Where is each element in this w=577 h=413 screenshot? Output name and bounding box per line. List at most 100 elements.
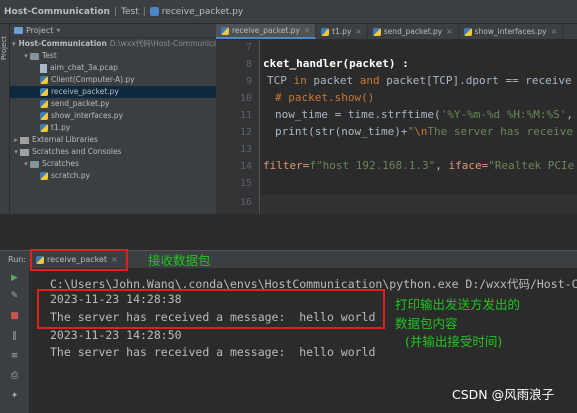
tree-item-label: Client(Computer-A).py xyxy=(51,75,135,84)
scroll-icon[interactable]: ≡ xyxy=(9,352,20,361)
root-folder-path: D:\wxx代码\Host-Communica xyxy=(109,39,216,48)
code-line: now_time = time.strftime('%Y-%m-%d %H:%M… xyxy=(275,108,574,121)
tree-item-label: Test xyxy=(42,51,57,60)
project-tool-tab[interactable]: Project xyxy=(0,28,10,68)
current-line-highlight xyxy=(261,195,577,214)
python-file-icon xyxy=(40,100,48,108)
python-file-icon xyxy=(372,27,381,36)
code-line: cket_handler(packet) : xyxy=(263,57,409,70)
chevron-down-icon[interactable]: ▾ xyxy=(12,146,20,158)
python-file-icon xyxy=(40,112,48,120)
tree-item-label: aim_chat_3a.pcap xyxy=(50,63,118,72)
python-file-icon xyxy=(221,26,229,35)
python-file-icon xyxy=(40,172,48,180)
project-header-label[interactable]: Project xyxy=(26,26,53,35)
tab-show-interfaces[interactable]: show_interfaces.py × xyxy=(459,24,563,39)
close-icon[interactable]: × xyxy=(446,27,452,36)
line-number: 14 xyxy=(239,161,252,172)
line-number: 7 xyxy=(245,42,252,53)
console-line: The server has received a message: hello… xyxy=(50,345,376,359)
tab-receive-packet[interactable]: receive_packet.py × xyxy=(216,24,317,39)
tree-item-file[interactable]: Client(Computer-A).py xyxy=(10,74,216,86)
folder-icon xyxy=(14,27,23,34)
tree-item-label: send_packet.py xyxy=(51,99,110,108)
code-line: print(str(now_time)+"\nThe server has re… xyxy=(275,125,574,138)
run-label: Run: xyxy=(8,255,27,264)
line-number: 13 xyxy=(239,144,252,155)
stop-icon[interactable]: ■ xyxy=(9,312,20,321)
watermark: CSDN @风雨浪子 xyxy=(452,387,555,402)
code-editor[interactable]: cket_handler(packet) : TCP in packet and… xyxy=(261,40,577,214)
python-file-icon xyxy=(149,7,159,16)
chevron-down-icon[interactable]: ▾ xyxy=(12,38,16,50)
project-tree: ▾ Host-Communication D:\wxx代码\Host-Commu… xyxy=(10,38,216,182)
tree-item-file-selected[interactable]: receive_packet.py xyxy=(10,86,216,98)
tree-item-label: scratch.py xyxy=(51,171,91,180)
chevron-right-icon[interactable]: ▸ xyxy=(12,134,20,146)
scratches-icon xyxy=(20,148,29,156)
tree-item-label: Scratches xyxy=(42,159,79,168)
tree-item-file[interactable]: aim_chat_3a.pcap xyxy=(10,62,216,74)
tree-item-file[interactable]: t1.py xyxy=(10,122,216,134)
run-toolbar: ▶ ✎ ■ ‖ ≡ ⎙ ✦ xyxy=(0,268,30,413)
rerun-icon[interactable]: ▶ xyxy=(9,274,20,283)
editor-bottom-space xyxy=(0,214,577,248)
chevron-down-icon[interactable]: ▾ xyxy=(22,50,30,62)
tree-item-label: show_interfaces.py xyxy=(51,111,124,120)
line-number: 10 xyxy=(239,93,252,104)
tree-item-test[interactable]: ▾ Test xyxy=(10,50,216,62)
code-line: filter=f"host 192.168.1.3", iface="Realt… xyxy=(263,159,575,172)
tree-item-external-libraries[interactable]: ▸ External Libraries xyxy=(10,134,216,146)
breadcrumb-project[interactable]: Host-Communication xyxy=(4,7,110,17)
project-panel-header: Project ▾ xyxy=(10,24,216,38)
code-line: TCP in packet and packet[TCP].dport == r… xyxy=(267,74,572,87)
tree-item-file[interactable]: scratch.py xyxy=(10,170,216,182)
annotation-print-1: 打印输出发送方发出的 xyxy=(395,297,521,312)
tree-item-file[interactable]: show_interfaces.py xyxy=(10,110,216,122)
line-number-gutter: 7 8 9 10 11 12 13 14 15 16 xyxy=(216,40,260,214)
chevron-down-icon[interactable]: ▾ xyxy=(56,26,60,35)
editor-tab-bar: receive_packet.py × t1.py × send_packet.… xyxy=(216,24,577,40)
line-number: 11 xyxy=(239,110,252,121)
annotation-box-run-tab xyxy=(30,249,128,271)
tree-item-label: t1.py xyxy=(51,123,71,132)
tab-label: t1.py xyxy=(332,27,352,36)
tree-item-label: Scratches and Consoles xyxy=(32,147,122,156)
tree-item-label: receive_packet.py xyxy=(51,87,119,96)
python-file-icon xyxy=(40,76,48,84)
breadcrumb: Host-Communication | Test | receive_pack… xyxy=(0,0,577,24)
tree-item-file[interactable]: send_packet.py xyxy=(10,98,216,110)
line-number: 8 xyxy=(245,59,252,70)
root-folder-name: Host-Communication xyxy=(18,39,107,48)
line-number: 15 xyxy=(239,178,252,189)
tree-item-scratches-consoles[interactable]: ▾ Scratches and Consoles xyxy=(10,146,216,158)
print-icon[interactable]: ⎙ xyxy=(9,372,20,381)
python-file-icon xyxy=(321,27,330,36)
pause-icon[interactable]: ‖ xyxy=(9,332,20,341)
folder-icon xyxy=(30,160,39,168)
tree-item-root[interactable]: ▾ Host-Communication D:\wxx代码\Host-Commu… xyxy=(10,38,216,50)
annotation-box-output xyxy=(37,289,385,329)
breadcrumb-file[interactable]: receive_packet.py xyxy=(162,7,243,17)
annotation-print-3: (并输出接受时间) xyxy=(405,334,503,349)
breadcrumb-folder[interactable]: Test xyxy=(121,7,139,17)
breadcrumb-separator: | xyxy=(113,6,117,17)
tab-label: show_interfaces.py xyxy=(474,27,547,36)
close-icon[interactable]: × xyxy=(355,27,361,36)
annotation-print-2: 数据包内容 xyxy=(395,316,458,331)
wrench-icon[interactable]: ✎ xyxy=(9,292,20,301)
pin-icon[interactable]: ✦ xyxy=(9,392,20,401)
chevron-down-icon[interactable]: ▾ xyxy=(22,158,30,170)
close-icon[interactable]: × xyxy=(304,26,310,35)
tab-send-packet[interactable]: send_packet.py × xyxy=(368,24,459,39)
annotation-receive: 接收数据包 xyxy=(148,253,211,268)
folder-icon xyxy=(30,52,39,60)
close-icon[interactable]: × xyxy=(551,27,557,36)
library-icon xyxy=(20,136,29,144)
line-number: 12 xyxy=(239,127,252,138)
file-icon xyxy=(40,63,47,73)
tab-t1[interactable]: t1.py × xyxy=(316,24,368,39)
python-file-icon xyxy=(40,88,48,96)
tree-item-scratches[interactable]: ▾ Scratches xyxy=(10,158,216,170)
console-line: 2023-11-23 14:28:50 xyxy=(50,328,182,342)
